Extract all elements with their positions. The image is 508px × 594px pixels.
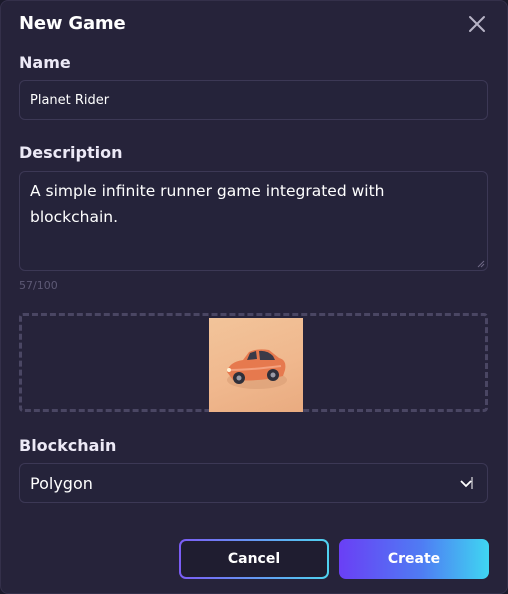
resize-handle-icon[interactable] [475, 258, 485, 268]
name-label: Name [19, 53, 71, 72]
chevron-down-icon [460, 477, 473, 489]
name-input-value: Planet Rider [30, 92, 110, 108]
character-counter: 57/100 [19, 279, 58, 292]
blockchain-select-value: Polygon [30, 473, 93, 493]
create-button[interactable]: Create [339, 539, 489, 579]
blockchain-select[interactable]: Polygon [19, 463, 488, 503]
description-textarea-value: A simple infinite runner game integrated… [30, 182, 385, 226]
dialog-title: New Game [19, 13, 126, 34]
new-game-dialog: New Game Name Planet Rider Description A… [0, 0, 508, 594]
blockchain-label: Blockchain [19, 436, 117, 455]
cancel-button[interactable]: Cancel [179, 539, 329, 579]
game-thumbnail [209, 318, 303, 412]
description-textarea[interactable]: A simple infinite runner game integrated… [19, 171, 488, 271]
name-input[interactable]: Planet Rider [19, 80, 488, 120]
description-label: Description [19, 143, 123, 162]
close-icon[interactable] [465, 12, 489, 36]
image-dropzone[interactable] [19, 313, 488, 412]
car-thumbnail-icon [227, 349, 287, 389]
